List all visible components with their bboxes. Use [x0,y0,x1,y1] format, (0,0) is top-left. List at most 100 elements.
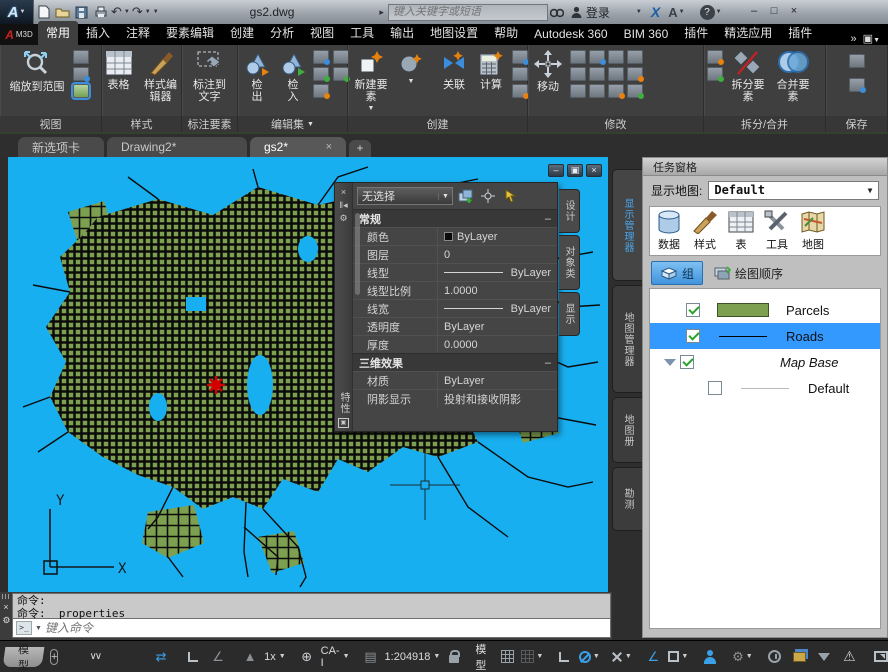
join-tool-icon[interactable] [512,67,528,81]
new-file-icon[interactable] [35,4,52,20]
tab-survey[interactable]: 勘测 [612,467,642,531]
redo-dropdown-icon[interactable]: ▼ [145,9,151,15]
doc-tab-drawing2[interactable]: Drawing2* [107,137,247,157]
ribbon-tab-map-setup[interactable]: 地图设置 [422,21,486,45]
save-edits-icon[interactable] [849,54,865,68]
layer-checkbox[interactable] [680,355,694,369]
ribbon-tab-home[interactable]: 常用 [38,21,78,45]
layer-row-roads[interactable]: Roads [650,323,880,349]
table-button[interactable]: 表格 [103,48,135,92]
panel-style-label[interactable]: 样式 [102,116,181,132]
link-button[interactable]: 关联 [438,48,470,92]
checkout-button[interactable]: 检出 [241,48,273,104]
panel-split-merge-label[interactable]: 拆分/合并 [704,116,825,132]
ribbon-tab-analyze[interactable]: 分析 [262,21,302,45]
ribbon-tab-insert[interactable]: 插入 [78,21,118,45]
snap-mode-icon[interactable]: ▼ [521,646,543,668]
application-menu-button[interactable]: A ▼ [0,0,34,24]
label-to-text-button[interactable]: 标注到文字 [190,48,230,104]
selection-dropdown[interactable]: 无选择 ▼ [357,187,453,205]
pattern-tool-button[interactable]: ▼ [396,48,426,89]
new-layout-button[interactable]: + [50,649,58,665]
style-button[interactable]: 样式 [692,210,718,252]
layer-checkbox[interactable] [686,329,700,343]
panel-edit-set-label[interactable]: 编辑集 ▼ [238,116,347,132]
collapse-icon[interactable]: – [545,213,551,225]
prop-row-shadow-display[interactable]: 阴影显示 投射和接收阴影 [353,389,557,407]
workspace-person-icon[interactable] [699,646,721,668]
chamfer-icon[interactable] [627,50,643,64]
tab-display-manager[interactable]: 显示管理器 [612,169,642,281]
measure-icon[interactable] [608,67,624,81]
prop-row-material[interactable]: 材质 ByLayer [353,371,557,389]
ribbon-minimize-icon[interactable]: ▣▼ [863,32,880,45]
snap-tracking-icon[interactable]: ▼ [610,646,632,668]
dynamic-ucs-icon[interactable]: ∠ [642,646,664,668]
clock-icon[interactable] [763,646,785,668]
discard-edits-icon[interactable] [849,78,865,92]
tab-map-book[interactable]: 地图册 [612,397,642,463]
annotation-scale-icon[interactable]: ▲ [239,646,261,668]
prop-row-layer[interactable]: 图层 0 [353,245,557,263]
model-paper-toggle[interactable]: 模型 [475,641,486,672]
map-button[interactable]: 地图 [800,210,826,252]
ribbon-tab-autodesk360[interactable]: Autodesk 360 [526,24,615,45]
doc-tab-new[interactable]: 新选项卡 [18,137,104,157]
tab-close-icon[interactable]: × [326,141,332,153]
parcel-select-icon[interactable] [73,84,89,98]
new-tab-button[interactable]: + [349,140,371,157]
search-binoculars-icon[interactable] [549,4,566,20]
palette-tab-display[interactable]: 显示 [559,292,580,336]
scale-icon[interactable] [570,67,586,81]
doc-tab-gs2[interactable]: gs2* × [250,137,346,157]
draw-order-tab[interactable]: 绘图顺序 [713,265,783,282]
object-snap-icon[interactable]: ▼ [578,646,600,668]
tools-button[interactable]: 工具 [764,210,790,252]
prop-row-lineweight[interactable]: 线宽 ByLayer [353,299,557,317]
buffer-tool-icon[interactable] [512,84,528,98]
ribbon-tab-create[interactable]: 创建 [222,21,262,45]
style-editor-button[interactable]: 样式编辑器 [141,48,181,104]
recent-commands-icon[interactable]: ▼ [35,625,42,632]
match-properties-icon[interactable] [608,84,624,98]
expand-collapse-icon[interactable] [664,359,676,366]
map-scale-sheet-icon[interactable]: ▤ [360,646,382,668]
help-icon[interactable]: ? [700,5,715,20]
plot-icon[interactable] [92,4,109,20]
grid-display-icon[interactable] [496,646,518,668]
command-history[interactable]: 命令: 命令: _properties [12,593,611,619]
layer-checkbox[interactable] [708,381,722,395]
palette-scrollbar[interactable] [355,213,360,295]
query-filter-icon[interactable] [73,50,89,64]
redo-icon[interactable]: ↷ [131,4,144,20]
palette-tab-design[interactable]: 设计 [559,189,580,233]
services-dropdown-icon[interactable]: ▼ [636,9,642,15]
save-icon[interactable] [73,4,90,20]
palette-settings-icon[interactable]: ⚙ [339,212,347,225]
autodesk-a-icon[interactable]: A [668,5,677,20]
extend-icon[interactable] [589,84,605,98]
command-line-grip[interactable]: × ⚙ [0,592,12,640]
edit-set-update-icon[interactable] [313,67,329,81]
close-icon[interactable]: × [787,5,802,19]
scale-lock-icon[interactable] [443,646,465,668]
prop-row-thickness[interactable]: 厚度 0.0000 [353,335,557,353]
doc-restore-icon[interactable]: ▣ [567,164,583,177]
layer-row-default[interactable]: Default [650,375,880,401]
edit-set-sync-icon[interactable] [333,67,349,81]
tab-map-explorer[interactable]: 地图管理器 [612,285,642,393]
copy-icon[interactable] [570,50,586,64]
section-general[interactable]: 常规 – [353,209,557,227]
section-3d-effects[interactable]: 三维效果 – [353,353,557,371]
split-polygon-icon[interactable] [707,50,723,64]
tab-overflow-icon[interactable]: » [851,33,857,45]
exchange-dropdown-icon[interactable]: ▼ [679,9,685,15]
task-pane-header[interactable]: 任务窗格 [643,158,887,176]
doc-close-icon[interactable]: × [586,164,602,177]
calculate-button[interactable]: 计算 [475,48,507,92]
layer-row-parcels[interactable]: Parcels [650,297,880,323]
erase-icon[interactable] [627,67,643,81]
coordinate-system-value[interactable]: CA-I▼ [321,645,350,669]
coordinate-system-globe-icon[interactable]: ⊕ [296,646,318,668]
isolate-objects-icon[interactable] [788,646,810,668]
